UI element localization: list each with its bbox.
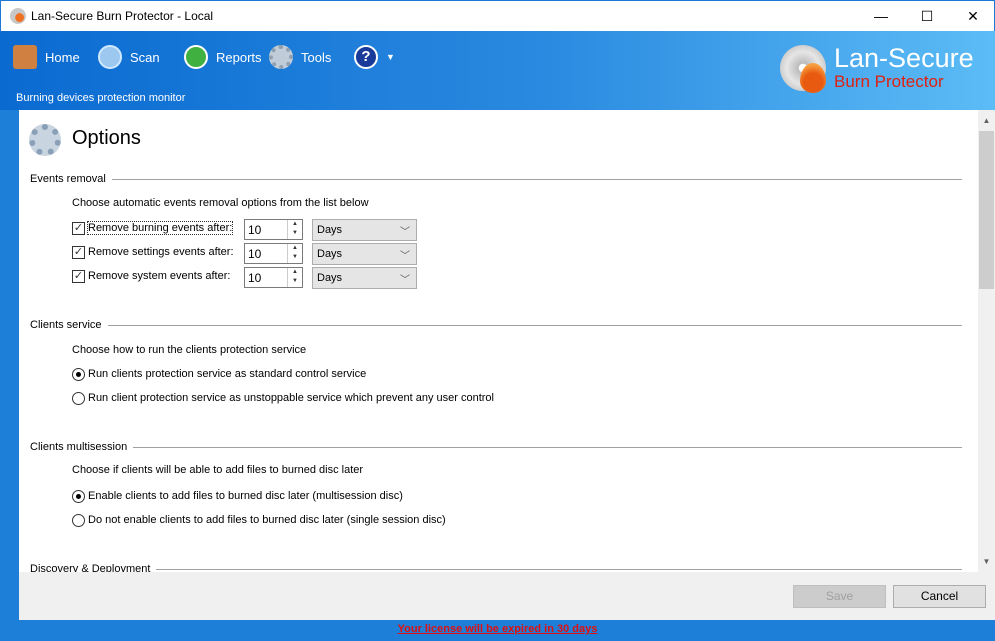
chevron-down-icon: ﹀ [400,227,410,238]
minimize-button[interactable]: — [858,1,904,31]
nav-label: Home [45,49,80,65]
save-button[interactable]: Save [793,585,886,608]
chevron-down-icon: ﹀ [400,251,410,262]
magnifier-icon [98,45,122,69]
select-value: Days [317,224,343,236]
section-clients-service: Clients service [30,319,962,331]
radio-unstoppable-service[interactable] [72,392,85,405]
checkbox-label[interactable]: Remove burning events after: [86,221,234,235]
chevron-down-icon: ﹀ [400,275,410,286]
header-subtitle: Burning devices protection monitor [16,92,186,104]
stepper-arrows-icon[interactable]: ▲ ▼ [287,244,302,263]
stepper-arrows-icon[interactable]: ▲ ▼ [287,220,302,239]
checkbox-settings-events[interactable]: ✓ [72,246,85,259]
home-icon [13,45,37,69]
checkbox-label[interactable]: Remove system events after: [88,270,230,282]
burning-events-unit-select[interactable]: Days ﹀ [312,219,417,241]
window-title: Lan-Secure Burn Protector - Local [31,9,214,23]
radio-standard-service[interactable] [72,368,85,381]
stepper-value: 10 [248,271,262,285]
system-events-unit-select[interactable]: Days ﹀ [312,267,417,289]
stepper-arrows-icon[interactable]: ▲ ▼ [287,268,302,287]
radio-single-session[interactable] [72,514,85,527]
radio-label[interactable]: Do not enable clients to add files to bu… [88,514,446,526]
system-events-stepper[interactable]: 10 ▲ ▼ [244,267,303,288]
checkbox-system-events[interactable]: ✓ [72,270,85,283]
license-expiry-link[interactable]: Your license will be expired in 30 days [0,623,995,635]
page-title: Options [72,127,141,149]
button-bar: Save Cancel [19,572,995,620]
section-events-removal: Events removal [30,173,962,185]
flame-icon [800,63,826,93]
options-gear-icon [29,124,61,156]
scroll-down-icon[interactable]: ▼ [978,553,995,570]
vertical-scrollbar[interactable]: ▲ ▼ [978,110,995,572]
help-icon: ? [354,45,378,69]
radio-multisession[interactable] [72,490,85,503]
title-bar: Lan-Secure Burn Protector - Local — ☐ ✕ [0,0,995,31]
scrollbar-thumb[interactable] [979,131,994,289]
logo-line2: Burn Protector [834,72,944,91]
logo-line1: Lan-Secure [834,43,974,73]
settings-events-stepper[interactable]: 10 ▲ ▼ [244,243,303,264]
dropdown-arrow-icon: ▼ [386,52,395,62]
nav-scan[interactable]: Scan [98,45,160,69]
section-heading: Events removal [30,173,106,185]
nav-reports[interactable]: Reports [184,45,262,69]
nav-help[interactable]: ? ▼ [354,45,395,69]
nav-home[interactable]: Home [13,45,80,69]
select-value: Days [317,248,343,260]
radio-label[interactable]: Run clients protection service as standa… [88,368,366,380]
maximize-button[interactable]: ☐ [904,1,950,31]
header: Home Scan Reports Tools ? ▼ Burning devic… [0,31,995,110]
close-button[interactable]: ✕ [950,1,995,31]
app-icon [10,8,26,24]
settings-events-unit-select[interactable]: Days ﹀ [312,243,417,265]
stepper-value: 10 [248,247,262,261]
nav-label: Scan [130,49,160,65]
section-description: Choose if clients will be able to add fi… [72,464,364,476]
nav-label: Reports [216,49,262,65]
section-heading: Clients multisession [30,441,128,453]
cancel-button[interactable]: Cancel [893,585,986,608]
checkbox-burning-events[interactable]: ✓ [72,222,85,235]
burning-events-stepper[interactable]: 10 ▲ ▼ [244,219,303,240]
options-panel: Options Events removal Choose automatic … [19,110,995,620]
checkbox-label[interactable]: Remove settings events after: [88,246,234,258]
radio-label[interactable]: Run client protection service as unstopp… [88,392,494,404]
radio-label[interactable]: Enable clients to add files to burned di… [88,490,403,502]
section-clients-multisession: Clients multisession [30,441,962,453]
section-description: Choose automatic events removal options … [72,197,369,209]
reports-icon [184,45,208,69]
nav-label: Tools [301,49,332,65]
stepper-value: 10 [248,223,262,237]
select-value: Days [317,272,343,284]
gear-icon [269,45,293,69]
section-description: Choose how to run the clients protection… [72,344,307,356]
section-heading: Clients service [30,319,102,331]
scroll-up-icon[interactable]: ▲ [978,112,995,129]
nav-tools[interactable]: Tools [269,45,331,69]
